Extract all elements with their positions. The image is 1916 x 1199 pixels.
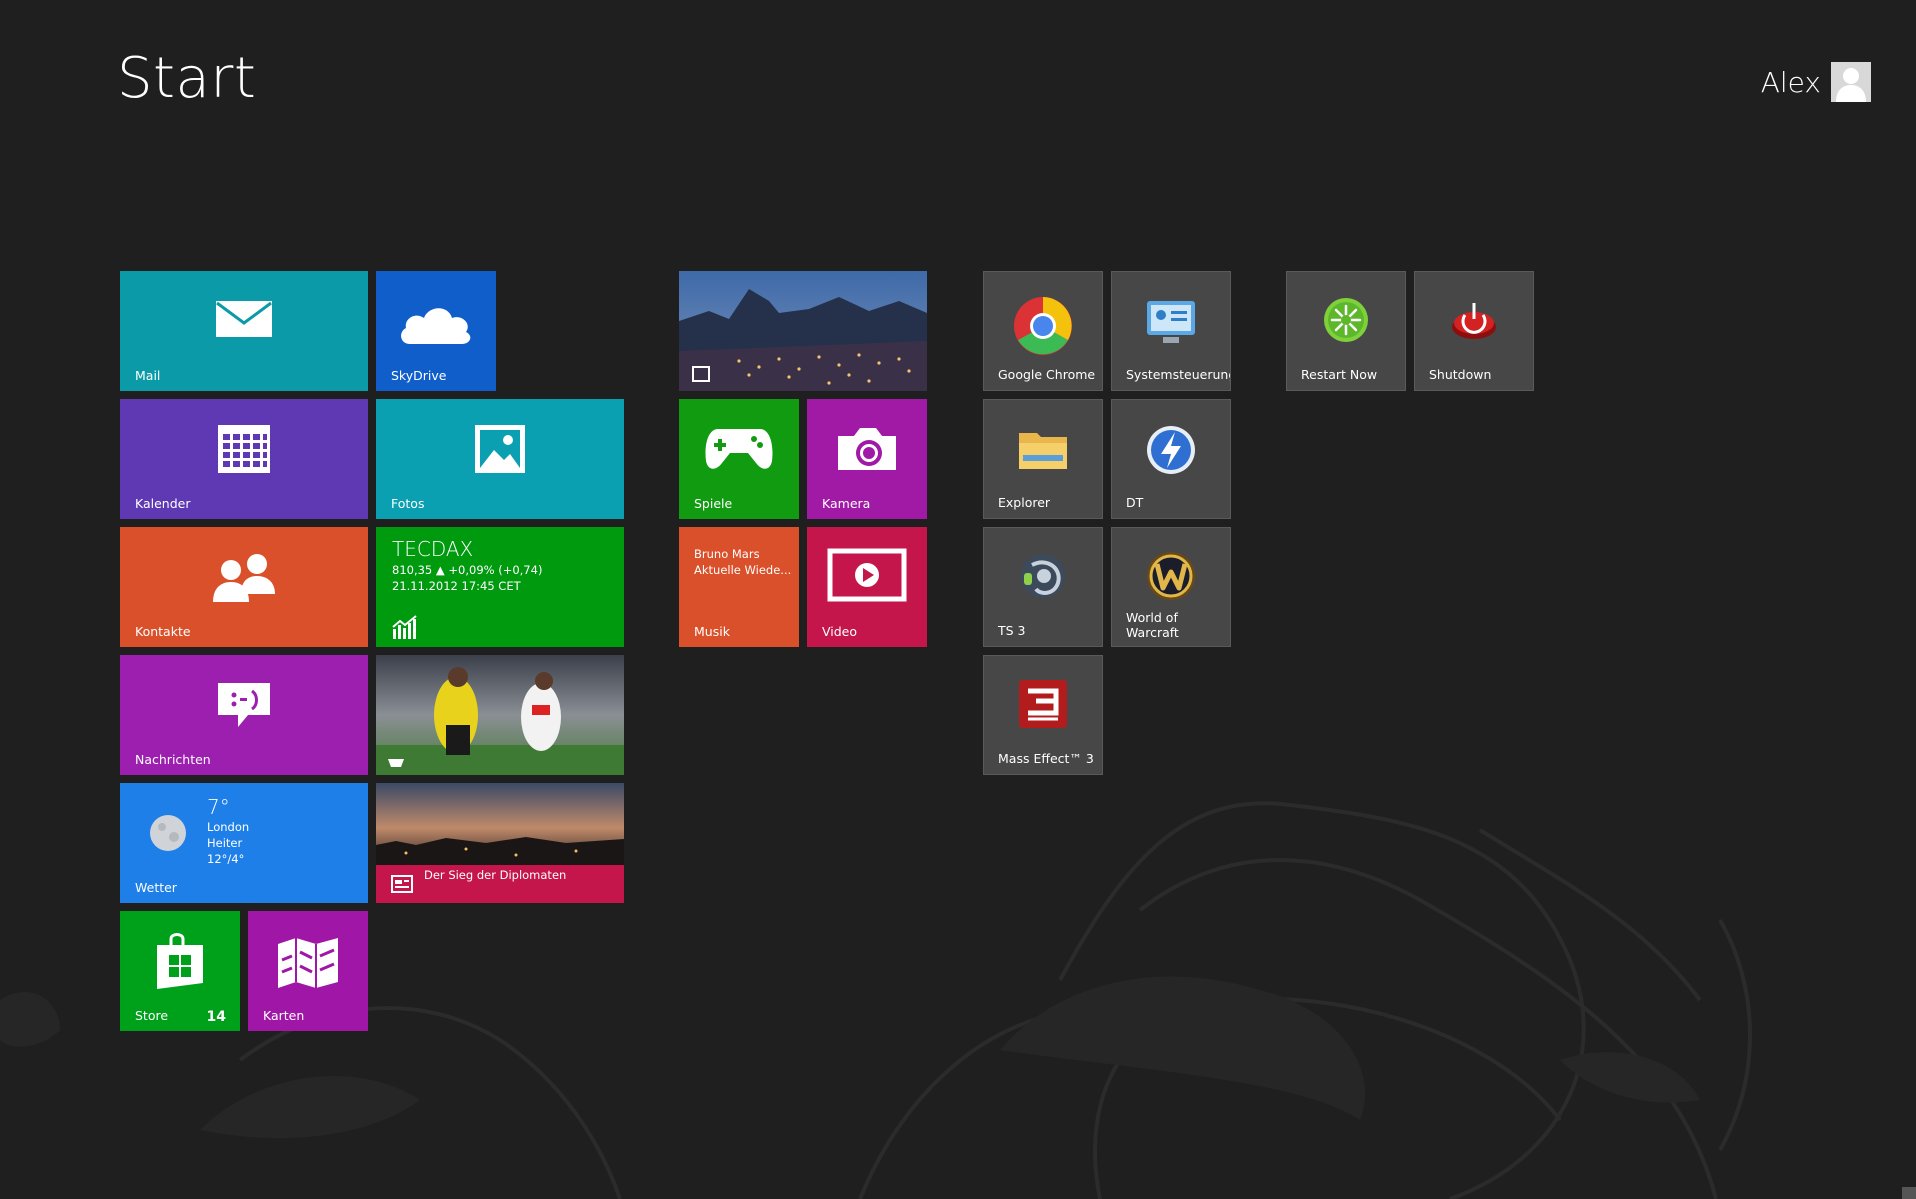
page-title: Start xyxy=(117,46,257,111)
tile-label: Explorer xyxy=(998,495,1051,510)
tile-world-of-warcraft[interactable]: World of Warcraft xyxy=(1111,527,1231,647)
tile-label: Karten xyxy=(263,1008,305,1023)
mail-icon xyxy=(216,301,272,337)
tile-label: Store xyxy=(135,1008,169,1023)
tile-label: Mass Effect™ 3 xyxy=(998,751,1094,766)
weather-city: London xyxy=(207,820,250,834)
tile-ts3[interactable]: TS 3 xyxy=(983,527,1103,647)
tile-label: Shutdown xyxy=(1429,367,1492,382)
tile-label: Musik xyxy=(694,624,730,639)
tile-kontakte[interactable]: Kontakte xyxy=(120,527,368,647)
city-photo xyxy=(679,271,927,391)
tile-nachrichten[interactable]: Nachrichten xyxy=(120,655,368,775)
cloud-icon xyxy=(401,308,471,344)
photo-icon xyxy=(475,425,525,473)
tile-label: Kalender xyxy=(135,496,191,511)
music-status: Aktuelle Wiede... xyxy=(694,563,792,577)
tile-musik[interactable]: Bruno Mars Aktuelle Wiede... Musik xyxy=(679,527,799,647)
tile-label: SkyDrive xyxy=(391,368,447,383)
weather-range: 12°/4° xyxy=(207,852,245,866)
tile-label: Mail xyxy=(135,368,161,383)
folder-icon xyxy=(1019,433,1067,469)
moon-icon xyxy=(150,815,186,851)
newspaper-icon xyxy=(391,875,413,893)
tile-label: World of Warcraft xyxy=(1126,610,1179,640)
tile-label: Kamera xyxy=(822,496,871,511)
tile-shutdown[interactable]: Shutdown xyxy=(1414,271,1534,391)
tile-label: DT xyxy=(1126,495,1144,510)
tile-label: Kontakte xyxy=(135,624,191,639)
update-count-badge: 14 xyxy=(206,1009,226,1025)
tile-restart-now[interactable]: Restart Now xyxy=(1286,271,1406,391)
tile-skydrive[interactable]: SkyDrive xyxy=(376,271,496,391)
tile-finanzen[interactable]: TECDAX 810,35 ▲ +0,09% (+0,74) 21.11.201… xyxy=(376,527,624,647)
music-artist: Bruno Mars xyxy=(694,547,760,561)
tile-label: Fotos xyxy=(391,496,425,511)
news-headline: Der Sieg der Diplomaten xyxy=(424,868,567,882)
tile-label: Systemsteuerung xyxy=(1126,367,1231,382)
weather-temperature: 7° xyxy=(207,795,230,819)
chart-icon xyxy=(392,615,417,639)
warcraft-icon xyxy=(1147,552,1195,600)
tile-label: Google Chrome xyxy=(998,367,1096,382)
calendar-icon xyxy=(218,425,270,473)
tile-photo-city[interactable] xyxy=(679,271,927,391)
tile-label: Wetter xyxy=(135,880,177,895)
user-account[interactable]: Alex xyxy=(1761,60,1871,104)
user-name: Alex xyxy=(1760,65,1821,99)
tile-label: Video xyxy=(822,624,858,639)
camera-icon xyxy=(838,428,896,470)
tile-mass-effect-3[interactable]: Mass Effect™ 3 xyxy=(983,655,1103,775)
tile-video[interactable]: Video xyxy=(807,527,927,647)
tile-explorer[interactable]: Explorer xyxy=(983,399,1103,519)
news-photo xyxy=(376,783,624,865)
video-play-icon xyxy=(827,548,907,602)
store-bag-icon xyxy=(157,933,203,989)
tile-google-chrome[interactable]: Google Chrome xyxy=(983,271,1103,391)
tile-systemsteuerung[interactable]: Systemsteuerung xyxy=(1111,271,1231,391)
tile-label-line2: Warcraft xyxy=(1126,625,1179,640)
tile-wetter[interactable]: 7° London Heiter 12°/4° Wetter xyxy=(120,783,368,903)
gamepad-icon xyxy=(705,429,773,469)
finance-index-name: TECDAX xyxy=(392,537,474,561)
finance-timestamp: 21.11.2012 17:45 CET xyxy=(392,579,521,593)
control-panel-icon xyxy=(1147,301,1195,343)
finance-value: 810,35 ▲ +0,09% (+0,74) xyxy=(392,563,543,577)
teamspeak-icon xyxy=(1021,554,1065,598)
tile-dt[interactable]: DT xyxy=(1111,399,1231,519)
mass-effect-icon xyxy=(1019,680,1067,728)
tile-spiele[interactable]: Spiele xyxy=(679,399,799,519)
tile-kalender[interactable]: Kalender xyxy=(120,399,368,519)
map-icon xyxy=(278,938,338,988)
power-icon xyxy=(1452,303,1496,339)
tile-label: Spiele xyxy=(694,496,733,511)
tile-fotos[interactable]: Fotos xyxy=(376,399,624,519)
sport-photo xyxy=(376,655,624,775)
tile-news[interactable]: Der Sieg der Diplomaten xyxy=(376,783,624,903)
user-icon xyxy=(1836,68,1866,102)
tile-sport[interactable] xyxy=(376,655,624,775)
chrome-icon xyxy=(1014,297,1072,355)
daemon-tools-icon xyxy=(1147,426,1195,474)
tile-label: Restart Now xyxy=(1301,367,1378,382)
tile-label-line1: World of xyxy=(1126,610,1178,625)
restart-icon xyxy=(1324,298,1368,342)
chat-icon xyxy=(218,683,270,727)
tile-store[interactable]: Store 14 xyxy=(120,911,240,1031)
tile-kamera[interactable]: Kamera xyxy=(807,399,927,519)
tile-label: TS 3 xyxy=(998,623,1026,638)
tile-label: Nachrichten xyxy=(135,752,211,767)
weather-condition: Heiter xyxy=(207,836,243,850)
avatar xyxy=(1831,62,1871,102)
people-icon xyxy=(213,554,275,602)
tile-karten[interactable]: Karten xyxy=(248,911,368,1031)
scrollbar-corner[interactable] xyxy=(1902,1187,1916,1199)
tile-mail[interactable]: Mail xyxy=(120,271,368,391)
